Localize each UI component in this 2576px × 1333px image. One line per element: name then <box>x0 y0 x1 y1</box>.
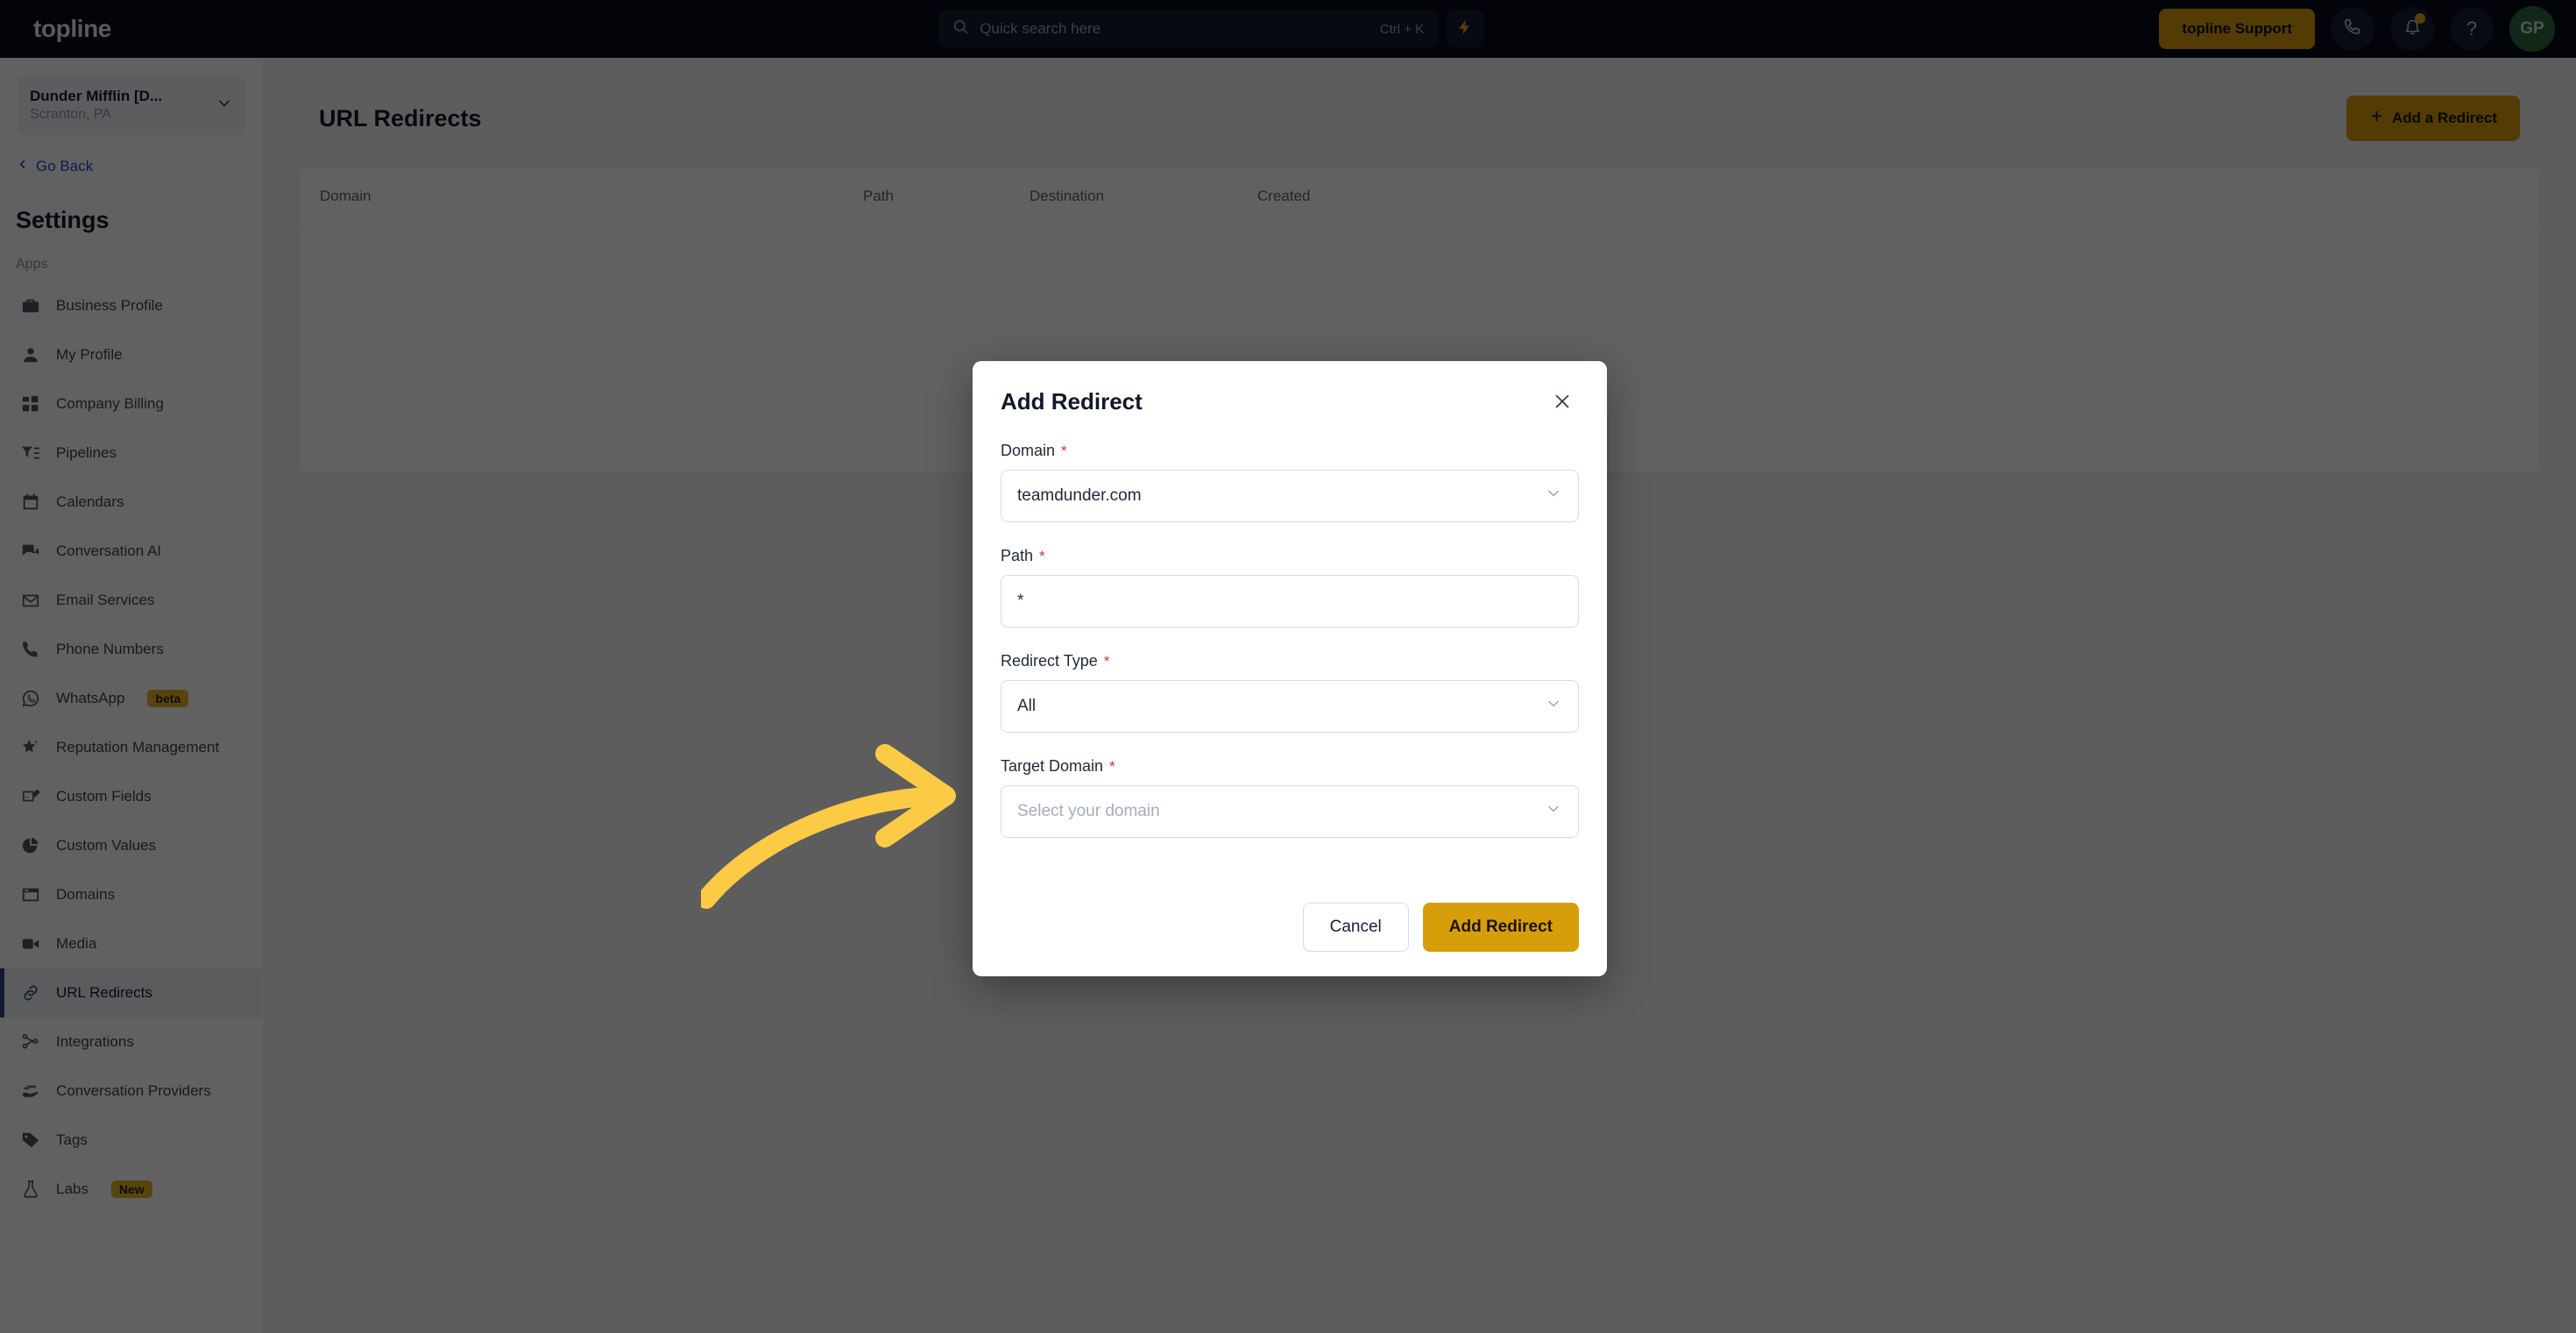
chevron-down-icon <box>1545 800 1562 823</box>
select-redirect-type[interactable]: All <box>1001 680 1579 733</box>
input-path[interactable]: * <box>1001 575 1579 628</box>
required-asterisk: * <box>1103 653 1110 670</box>
submit-add-redirect-button[interactable]: Add Redirect <box>1422 903 1579 952</box>
select-domain[interactable]: teamdunder.com <box>1001 470 1579 522</box>
field-label-text: Domain <box>1001 442 1056 459</box>
close-x-icon[interactable] <box>1547 386 1577 416</box>
field-value-redirect-type: All <box>1017 697 1037 715</box>
field-path: Path * * <box>1001 547 1579 628</box>
cancel-button[interactable]: Cancel <box>1302 903 1409 952</box>
modal-form-fields: Domain * teamdunder.com Path * * Redirect Type… <box>973 442 1607 878</box>
chevron-down-icon <box>1545 695 1562 718</box>
field-redirect-type: Redirect Type * All <box>1001 652 1579 733</box>
field-value-domain: teamdunder.com <box>1017 486 1142 505</box>
field-value-target-domain: Select your domain <box>1017 802 1160 820</box>
required-asterisk: * <box>1039 548 1045 564</box>
add-redirect-modal: Add Redirect Domain * teamdunder.com Path * *… <box>973 361 1607 976</box>
field-label-text: Path <box>1001 547 1034 564</box>
modal-title: Add Redirect <box>1001 387 1143 415</box>
modal-header: Add Redirect <box>973 361 1607 442</box>
field-label-target-domain: Target Domain * <box>1001 757 1579 776</box>
field-label-text: Target Domain <box>1001 757 1104 775</box>
field-label-redirect-type: Redirect Type * <box>1001 652 1579 670</box>
field-value-path: * <box>1017 592 1024 610</box>
select-target-domain[interactable]: Select your domain <box>1001 785 1579 838</box>
field-label-domain: Domain * <box>1001 442 1579 460</box>
field-label-path: Path * <box>1001 547 1579 565</box>
required-asterisk: * <box>1109 758 1115 775</box>
modal-footer: Cancel Add Redirect <box>973 878 1607 976</box>
app-root: topline Quick search here Ctrl + K topli… <box>0 0 2576 1333</box>
chevron-down-icon <box>1545 485 1562 507</box>
field-domain: Domain * teamdunder.com <box>1001 442 1579 522</box>
field-label-text: Redirect Type <box>1001 652 1098 670</box>
required-asterisk: * <box>1061 443 1067 459</box>
field-target-domain: Target Domain * Select your domain <box>1001 757 1579 838</box>
